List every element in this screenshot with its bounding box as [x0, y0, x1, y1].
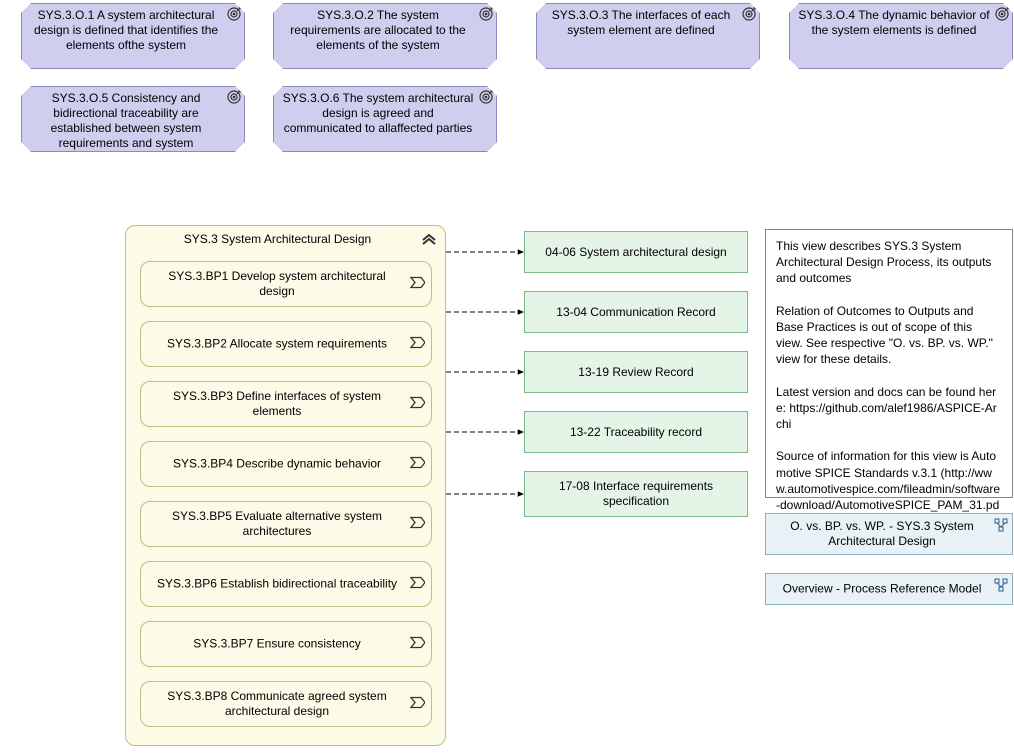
- diagram-icon: [994, 518, 1008, 535]
- goal-sys3-o4[interactable]: SYS.3.O.4 The dynamic behavior of the sy…: [789, 3, 1013, 69]
- bp-label: SYS.3.BP7 Ensure consistency: [149, 637, 405, 652]
- viewref-label: Overview - Process Reference Model: [774, 582, 990, 597]
- wp-label: 13-19 Review Record: [578, 365, 693, 380]
- bp-label: SYS.3.BP3 Define interfaces of system el…: [149, 389, 405, 419]
- goal-sys3-o3[interactable]: SYS.3.O.3 The interfaces of each system …: [536, 3, 760, 69]
- bp-label: SYS.3.BP6 Establish bidirectional tracea…: [149, 577, 405, 592]
- goal-label: SYS.3.O.1 A system architectural design …: [30, 8, 222, 53]
- bp-label: SYS.3.BP5 Evaluate alternative system ar…: [149, 509, 405, 539]
- viewref-o-bp-wp[interactable]: O. vs. BP. vs. WP. - SYS.3 System Archit…: [765, 513, 1013, 555]
- chevron-up-icon: [421, 232, 437, 249]
- target-icon: [994, 6, 1010, 25]
- bp3[interactable]: SYS.3.BP3 Define interfaces of system el…: [140, 381, 432, 427]
- bp7[interactable]: SYS.3.BP7 Ensure consistency: [140, 621, 432, 667]
- arrow-right-icon: [409, 637, 425, 652]
- note-p2: Relation of Outcomes to Outputs and Base…: [776, 303, 1002, 368]
- bp-label: SYS.3.BP2 Allocate system requirements: [149, 337, 405, 352]
- wp-label: 13-04 Communication Record: [556, 305, 715, 320]
- wp-label: 13-22 Traceability record: [570, 425, 702, 440]
- note-p3: Latest version and docs can be found her…: [776, 384, 1002, 433]
- bp-label: SYS.3.BP1 Develop system architectural d…: [149, 269, 405, 299]
- arrow-right-icon: [409, 337, 425, 352]
- bp-label: SYS.3.BP4 Describe dynamic behavior: [149, 457, 405, 472]
- wp-13-22[interactable]: 13-22 Traceability record: [524, 411, 748, 453]
- note-p1: This view describes SYS.3 System Archite…: [776, 238, 1002, 287]
- wp-17-08[interactable]: 17-08 Interface requirements specificati…: [524, 471, 748, 517]
- bp4[interactable]: SYS.3.BP4 Describe dynamic behavior: [140, 441, 432, 487]
- target-icon: [478, 6, 494, 25]
- bp5[interactable]: SYS.3.BP5 Evaluate alternative system ar…: [140, 501, 432, 547]
- arrow-right-icon: [409, 457, 425, 472]
- viewref-overview-prm[interactable]: Overview - Process Reference Model: [765, 573, 1013, 605]
- arrow-right-icon: [409, 517, 425, 532]
- goal-sys3-o2[interactable]: SYS.3.O.2 The system requirements are al…: [273, 3, 497, 69]
- wp-13-19[interactable]: 13-19 Review Record: [524, 351, 748, 393]
- goal-label: SYS.3.O.2 The system requirements are al…: [282, 8, 474, 53]
- wp-label: 17-08 Interface requirements specificati…: [531, 479, 741, 509]
- goal-sys3-o1[interactable]: SYS.3.O.1 A system architectural design …: [21, 3, 245, 69]
- bp1[interactable]: SYS.3.BP1 Develop system architectural d…: [140, 261, 432, 307]
- target-icon: [226, 6, 242, 25]
- bp8[interactable]: SYS.3.BP8 Communicate agreed system arch…: [140, 681, 432, 727]
- arrow-right-icon: [409, 277, 425, 292]
- viewref-label: O. vs. BP. vs. WP. - SYS.3 System Archit…: [774, 519, 990, 549]
- wp-04-06[interactable]: 04-06 System architectural design: [524, 231, 748, 273]
- goal-label: SYS.3.O.5 Consistency and bidirectional …: [30, 91, 222, 151]
- target-icon: [226, 89, 242, 108]
- bp2[interactable]: SYS.3.BP2 Allocate system requirements: [140, 321, 432, 367]
- target-icon: [741, 6, 757, 25]
- target-icon: [478, 89, 494, 108]
- goal-sys3-o5[interactable]: SYS.3.O.5 Consistency and bidirectional …: [21, 86, 245, 152]
- description-note: This view describes SYS.3 System Archite…: [765, 229, 1013, 498]
- diagram-icon: [994, 578, 1008, 595]
- arrow-right-icon: [409, 697, 425, 712]
- goal-sys3-o6[interactable]: SYS.3.O.6 The system architectural desig…: [273, 86, 497, 152]
- process-title: SYS.3 System Architectural Design: [138, 232, 417, 246]
- arrow-right-icon: [409, 577, 425, 592]
- wp-label: 04-06 System architectural design: [545, 245, 726, 260]
- goal-label: SYS.3.O.6 The system architectural desig…: [282, 91, 474, 136]
- bp6[interactable]: SYS.3.BP6 Establish bidirectional tracea…: [140, 561, 432, 607]
- wp-13-04[interactable]: 13-04 Communication Record: [524, 291, 748, 333]
- arrow-right-icon: [409, 397, 425, 412]
- goal-label: SYS.3.O.3 The interfaces of each system …: [545, 8, 737, 38]
- bp-label: SYS.3.BP8 Communicate agreed system arch…: [149, 689, 405, 719]
- goal-label: SYS.3.O.4 The dynamic behavior of the sy…: [798, 8, 990, 38]
